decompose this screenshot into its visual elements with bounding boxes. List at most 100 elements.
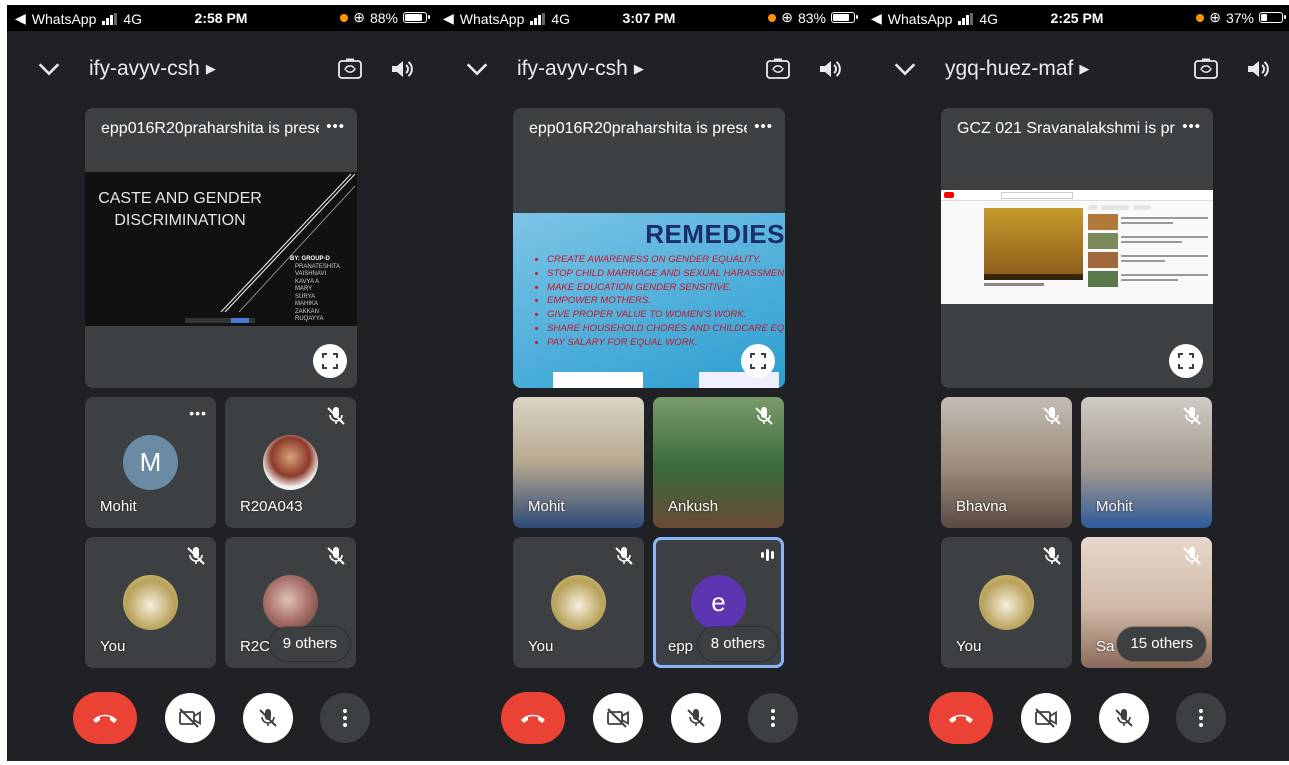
battery-percent: 83%	[797, 9, 826, 26]
participant-tile-self[interactable]: You	[85, 537, 216, 668]
participant-tile[interactable]: ••• M Mohit	[85, 397, 216, 528]
slide-bullet: STOP CHILD MARRIAGE AND SEXUAL HARASSMEN…	[547, 267, 785, 281]
youtube-logo-icon	[944, 192, 954, 198]
video-off-icon	[607, 708, 629, 728]
presentation-tile[interactable]: GCZ 021 Sravanalakshmi is pre... •••	[941, 108, 1213, 388]
participant-tile[interactable]: Mohit	[1081, 397, 1212, 528]
avatar	[263, 575, 318, 630]
camera-switch-icon[interactable]	[1193, 57, 1219, 81]
participant-tile-self[interactable]: You	[513, 537, 644, 668]
mic-off-icon	[615, 547, 633, 565]
more-vert-icon[interactable]: •••	[189, 405, 207, 421]
fullscreen-button[interactable]	[1169, 344, 1203, 378]
camera-switch-icon[interactable]	[765, 57, 791, 81]
participant-tile-active-speaker[interactable]: e epp 8 others	[653, 537, 784, 668]
toggle-mic-button[interactable]	[243, 693, 293, 743]
video-off-icon	[1035, 708, 1057, 728]
slide-share-bar	[185, 318, 255, 323]
slide-member: ZAKKAN	[295, 308, 320, 315]
more-options-button[interactable]	[320, 693, 370, 743]
meeting-code-button[interactable]: ify-avyv-csh ▶	[517, 57, 644, 81]
participant-name: R2C	[240, 638, 271, 655]
video-player	[984, 208, 1083, 280]
meeting-code-button[interactable]: ygq-huez-maf ▶	[945, 57, 1089, 81]
participant-name: You	[100, 638, 126, 655]
slide-group-list: BY: GROUP-D PRANATESHITA VAISHNAVI KAVYA…	[290, 256, 340, 324]
more-options-button[interactable]	[748, 693, 798, 743]
more-vert-icon	[771, 709, 775, 727]
caret-right-icon: ▶	[1079, 61, 1090, 76]
meeting-code-button[interactable]: ify-avyv-csh ▶	[89, 57, 216, 81]
phone-screen-1: ◀ WhatsApp 4G 2:58 PM ⊕ 88% ify-avyv-csh…	[7, 5, 435, 761]
slide-bullet: EMPOWER MOTHERS.	[547, 294, 785, 308]
slide-member: RUQAYYA	[295, 316, 324, 322]
mic-in-use-dot	[340, 13, 349, 22]
more-options-button[interactable]	[1176, 693, 1226, 743]
participant-name: Ankush	[668, 498, 719, 515]
speaker-icon[interactable]	[817, 57, 843, 81]
more-vert-icon[interactable]: •••	[1182, 118, 1201, 135]
speaker-icon[interactable]	[389, 57, 415, 81]
more-vert-icon	[1199, 709, 1203, 727]
camera-switch-icon[interactable]	[337, 57, 363, 81]
avatar: e	[691, 575, 746, 630]
status-bar: ◀ WhatsApp 4G 2:25 PM ⊕ 37%	[863, 5, 1289, 31]
others-count-button[interactable]: 15 others	[1117, 627, 1206, 661]
toggle-camera-button[interactable]	[593, 693, 643, 743]
end-call-button[interactable]	[929, 692, 993, 744]
participant-name: Mohit	[1096, 498, 1133, 515]
participant-tile[interactable]: R2C 9 others	[225, 537, 356, 668]
fullscreen-icon	[750, 353, 766, 369]
slide-member: SURYA	[295, 293, 316, 300]
status-bar: ◀ WhatsApp 4G 2:58 PM ⊕ 88%	[7, 5, 435, 31]
chevron-down-icon[interactable]	[891, 55, 919, 83]
toggle-camera-button[interactable]	[1021, 693, 1071, 743]
participant-name: Mohit	[528, 498, 565, 515]
participant-name: You	[528, 638, 554, 655]
participant-name: epp	[668, 638, 694, 655]
presenter-label: epp016R20praharshita is prese...	[529, 120, 747, 137]
more-vert-icon	[343, 709, 347, 727]
speaker-icon[interactable]	[1245, 57, 1271, 81]
more-vert-icon[interactable]: •••	[326, 118, 345, 135]
participant-tile[interactable]: Mohit	[513, 397, 644, 528]
toggle-camera-button[interactable]	[165, 693, 215, 743]
video-title-line	[984, 283, 1044, 286]
toggle-mic-button[interactable]	[1099, 693, 1149, 743]
battery-percent: 37%	[1225, 9, 1254, 26]
mic-off-icon	[687, 709, 705, 727]
participant-tile[interactable]: Ankush	[653, 397, 784, 528]
mic-off-icon	[327, 547, 345, 565]
fullscreen-icon	[322, 353, 338, 369]
chevron-down-icon[interactable]	[463, 55, 491, 83]
end-call-icon	[949, 714, 973, 723]
participant-tile[interactable]: Sa 15 others	[1081, 537, 1212, 668]
mic-in-use-dot	[1196, 13, 1205, 22]
fullscreen-button[interactable]	[313, 344, 347, 378]
end-call-icon	[521, 714, 545, 723]
avatar	[123, 575, 178, 630]
presentation-tile[interactable]: epp016R20praharshita is prese... ••• REM…	[513, 108, 785, 388]
end-call-button[interactable]	[501, 692, 565, 744]
avatar: M	[123, 435, 178, 490]
more-vert-icon[interactable]: •••	[754, 118, 773, 135]
search-bar	[1001, 192, 1073, 199]
chevron-down-icon[interactable]	[35, 55, 63, 83]
others-count-button[interactable]: 9 others	[269, 627, 350, 661]
participant-name: R20A043	[240, 498, 303, 515]
presentation-tile[interactable]: epp016R20praharshita is prese... ••• CAS…	[85, 108, 357, 388]
participant-tile-self[interactable]: You	[941, 537, 1072, 668]
participant-tile[interactable]: Bhavna	[941, 397, 1072, 528]
slide-group-heading: BY: GROUP-D	[290, 256, 330, 262]
participant-tile[interactable]: R20A043	[225, 397, 356, 528]
shared-slide: CASTE AND GENDER DISCRIMINATION BY: GROU…	[85, 172, 357, 326]
call-controls	[435, 692, 863, 752]
end-call-button[interactable]	[73, 692, 137, 744]
call-controls	[863, 692, 1289, 752]
fullscreen-button[interactable]	[741, 344, 775, 378]
toggle-mic-button[interactable]	[671, 693, 721, 743]
mic-off-icon	[327, 407, 345, 425]
mic-off-icon	[1115, 709, 1133, 727]
mic-off-icon	[259, 709, 277, 727]
others-count-button[interactable]: 8 others	[697, 627, 778, 661]
